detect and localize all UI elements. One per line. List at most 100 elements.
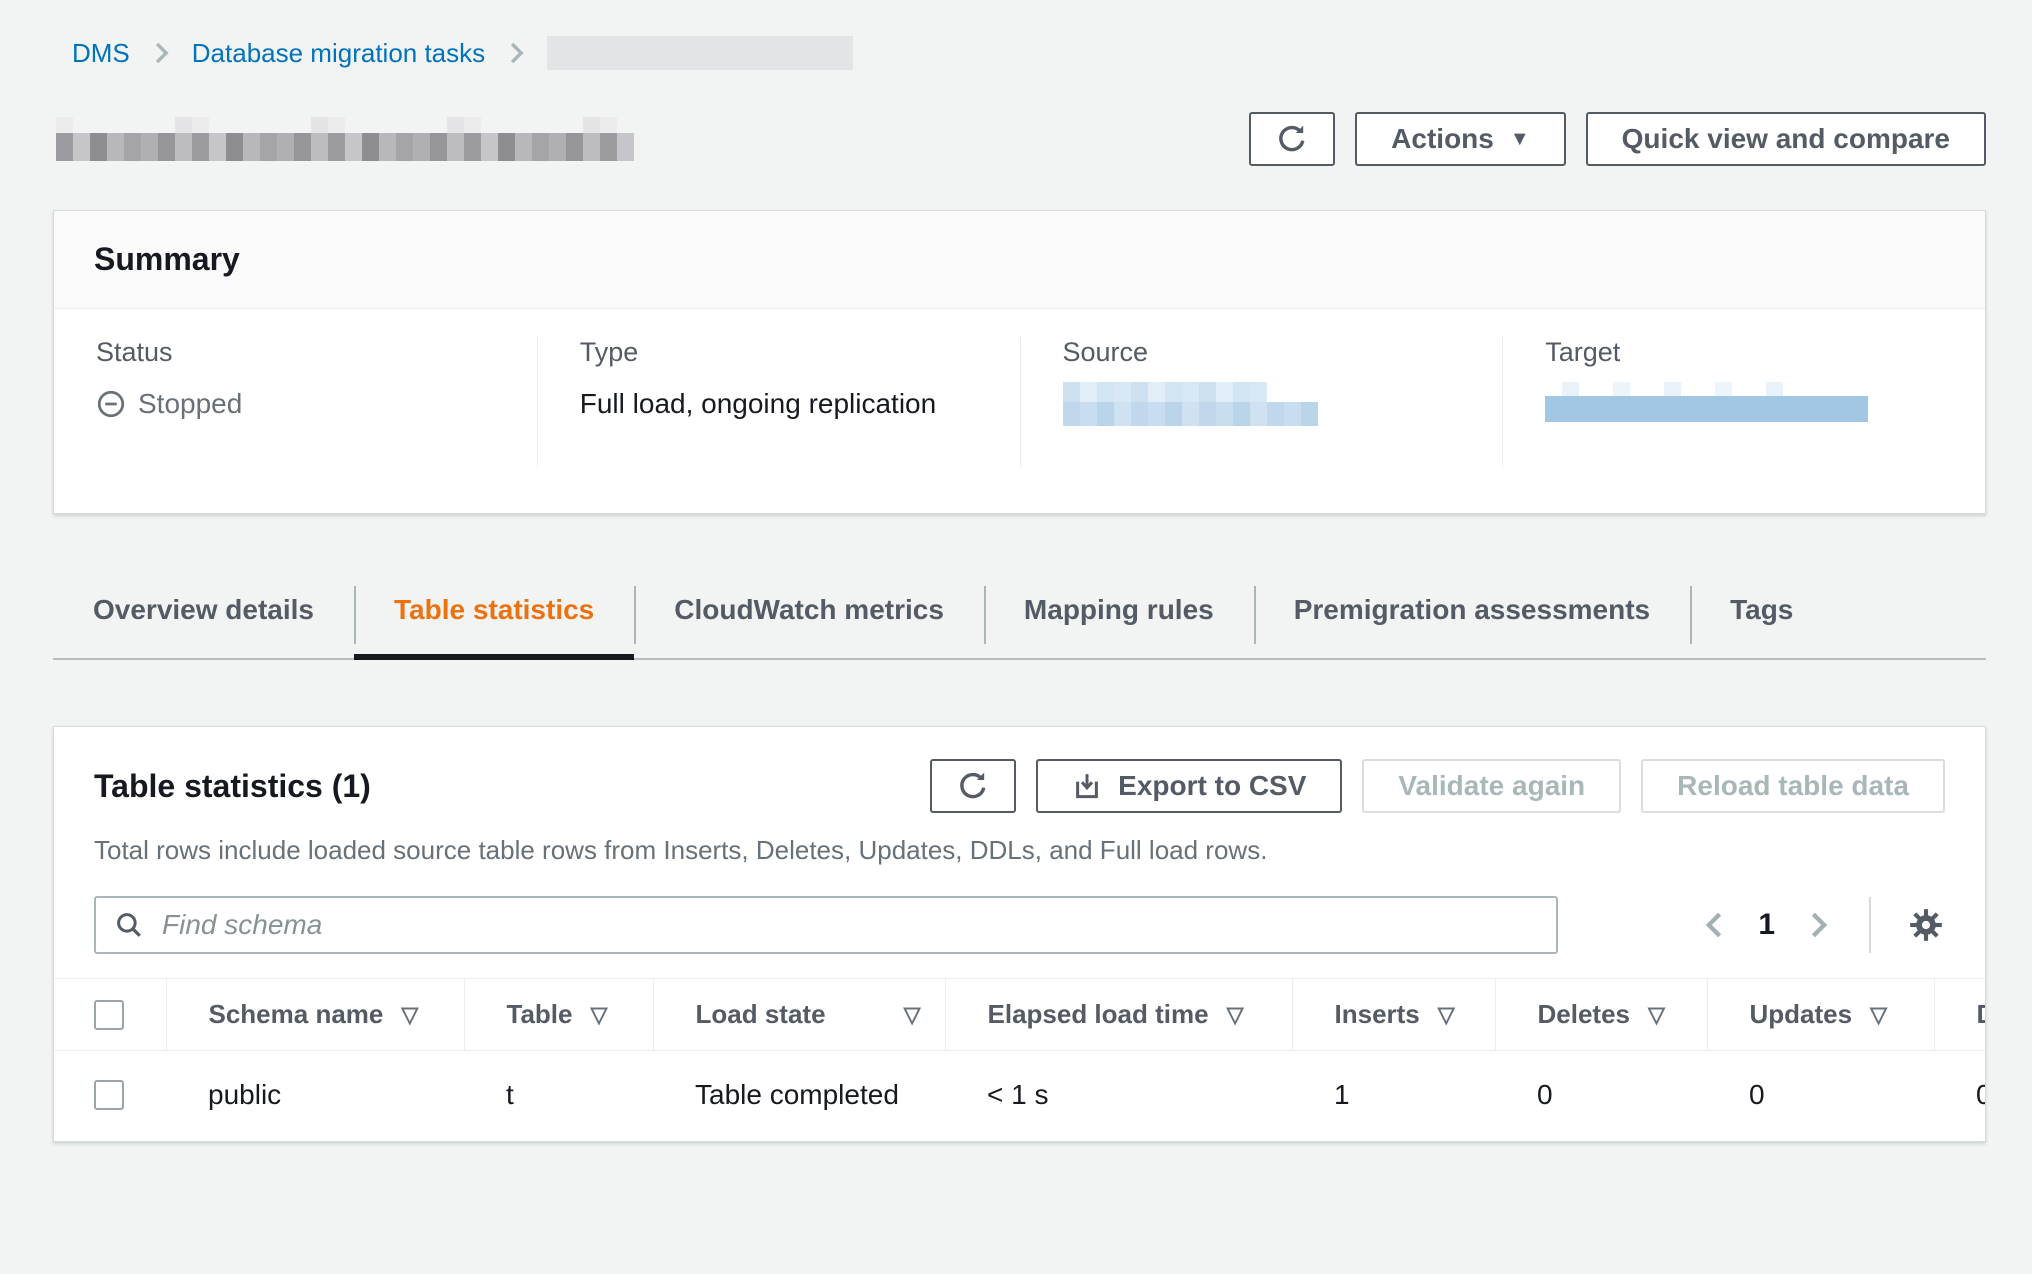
pagination-divider: [1869, 897, 1871, 953]
page-header: Actions ▼ Quick view and compare: [53, 112, 1986, 166]
table-statistics-actions: Export to CSV Validate again Reload tabl…: [930, 759, 1945, 813]
sort-filter-icon[interactable]: ▽: [904, 1002, 921, 1028]
breadcrumb-dms-link[interactable]: DMS: [72, 38, 130, 69]
column-header-schema-name[interactable]: Schema name ▽: [166, 979, 464, 1051]
tab-table-statistics[interactable]: Table statistics: [354, 578, 634, 660]
settings-gear-icon[interactable]: [1907, 906, 1945, 944]
type-label: Type: [580, 337, 978, 368]
search-row: 1: [54, 866, 1985, 978]
download-icon: [1072, 771, 1102, 801]
status-label: Status: [96, 337, 495, 368]
tab-overview-details[interactable]: Overview details: [53, 578, 354, 660]
sort-filter-icon[interactable]: ▽: [1438, 1002, 1455, 1028]
summary-source-column: Source: [1020, 337, 1503, 467]
breadcrumb-tasks-link[interactable]: Database migration tasks: [192, 38, 485, 69]
column-header-updates[interactable]: Updates ▽: [1707, 979, 1934, 1051]
statistics-table: Schema name ▽ Table ▽ Load state ▽ Elapsed …: [54, 979, 1985, 1141]
source-link-redacted[interactable]: [1063, 382, 1461, 426]
next-page-button[interactable]: [1803, 908, 1833, 942]
summary-panel: Summary Status Stopped Type Full load, o…: [53, 210, 1986, 514]
sort-filter-icon[interactable]: ▽: [1870, 1002, 1887, 1028]
column-header-inserts[interactable]: Inserts ▽: [1292, 979, 1495, 1051]
breadcrumb-current-redacted: [547, 36, 853, 70]
table-header-row: Schema name ▽ Table ▽ Load state ▽ Elapsed …: [54, 979, 1985, 1051]
refresh-icon: [1275, 122, 1309, 156]
refresh-button[interactable]: [1249, 112, 1335, 166]
stopped-icon: [96, 389, 126, 419]
quick-view-label: Quick view and compare: [1622, 123, 1950, 155]
column-label: Table: [507, 999, 573, 1030]
sort-filter-icon[interactable]: ▽: [590, 1002, 607, 1028]
row-select-cell: [54, 1051, 166, 1142]
cell-table: t: [464, 1051, 653, 1142]
breadcrumb: DMS Database migration tasks: [72, 36, 1986, 70]
sort-filter-icon[interactable]: ▽: [1227, 1002, 1244, 1028]
validate-again-button[interactable]: Validate again: [1362, 759, 1621, 813]
column-label: DDLs: [1977, 999, 1986, 1030]
select-all-checkbox[interactable]: [94, 1000, 124, 1030]
statistics-table-container: Schema name ▽ Table ▽ Load state ▽ Elapsed …: [54, 978, 1985, 1141]
search-icon: [114, 910, 144, 940]
target-label: Target: [1545, 337, 1943, 368]
export-csv-label: Export to CSV: [1118, 770, 1306, 802]
target-link-redacted[interactable]: [1545, 382, 1943, 436]
column-header-table[interactable]: Table ▽: [464, 979, 653, 1051]
actions-button-label: Actions: [1391, 123, 1494, 155]
chevron-right-icon: [505, 40, 527, 66]
source-label: Source: [1063, 337, 1461, 368]
column-label: Load state: [696, 999, 826, 1030]
column-header-ddls[interactable]: DDLs: [1934, 979, 1985, 1051]
column-header-elapsed-load-time[interactable]: Elapsed load time ▽: [945, 979, 1292, 1051]
cell-deletes: 0: [1495, 1051, 1707, 1142]
cell-ddls: 0: [1934, 1051, 1985, 1142]
schema-search-box[interactable]: [94, 896, 1558, 954]
type-value: Full load, ongoing replication: [580, 388, 978, 420]
export-csv-button[interactable]: Export to CSV: [1036, 759, 1342, 813]
column-header-load-state[interactable]: Load state ▽: [653, 979, 945, 1051]
column-label: Inserts: [1335, 999, 1420, 1030]
summary-status-column: Status Stopped: [54, 337, 537, 467]
table-refresh-button[interactable]: [930, 759, 1016, 813]
column-label: Elapsed load time: [988, 999, 1209, 1030]
table-row: public t Table completed < 1 s 1 0 0 0: [54, 1051, 1985, 1142]
table-statistics-panel: Table statistics (1) Export to CSV Valid…: [53, 726, 1986, 1142]
reload-table-data-label: Reload table data: [1677, 770, 1909, 802]
select-all-cell: [54, 979, 166, 1051]
column-label: Schema name: [209, 999, 384, 1030]
sort-filter-icon[interactable]: ▽: [1648, 1002, 1665, 1028]
status-value: Stopped: [96, 388, 495, 420]
caret-down-icon: ▼: [1510, 129, 1530, 149]
summary-title: Summary: [94, 241, 1945, 278]
cell-updates: 0: [1707, 1051, 1934, 1142]
header-actions: Actions ▼ Quick view and compare: [1249, 112, 1986, 166]
reload-table-data-button[interactable]: Reload table data: [1641, 759, 1945, 813]
summary-grid: Status Stopped Type Full load, ongoing r…: [54, 309, 1985, 513]
cell-elapsed-load-time: < 1 s: [945, 1051, 1292, 1142]
tab-tags[interactable]: Tags: [1690, 578, 1833, 660]
column-label: Deletes: [1538, 999, 1631, 1030]
cell-inserts: 1: [1292, 1051, 1495, 1142]
status-text: Stopped: [138, 388, 242, 420]
schema-search-input[interactable]: [160, 908, 1538, 942]
page-title-redacted: [56, 117, 634, 161]
tab-premigration-assessments[interactable]: Premigration assessments: [1254, 578, 1690, 660]
pagination: 1: [1700, 897, 1945, 953]
tab-cloudwatch-metrics[interactable]: CloudWatch metrics: [634, 578, 984, 660]
summary-type-column: Type Full load, ongoing replication: [537, 337, 1020, 467]
tab-mapping-rules[interactable]: Mapping rules: [984, 578, 1254, 660]
cell-load-state: Table completed: [653, 1051, 945, 1142]
summary-target-column: Target: [1502, 337, 1985, 467]
previous-page-button[interactable]: [1700, 908, 1730, 942]
validate-again-label: Validate again: [1398, 770, 1585, 802]
row-checkbox[interactable]: [94, 1080, 124, 1110]
table-statistics-title: Table statistics (1): [94, 768, 371, 805]
refresh-icon: [956, 769, 990, 803]
actions-button[interactable]: Actions ▼: [1355, 112, 1565, 166]
quick-view-compare-button[interactable]: Quick view and compare: [1586, 112, 1986, 166]
current-page-number[interactable]: 1: [1758, 908, 1775, 942]
tab-bar: Overview details Table statistics CloudW…: [53, 578, 1986, 660]
sort-filter-icon[interactable]: ▽: [401, 1002, 418, 1028]
table-statistics-header: Table statistics (1) Export to CSV Valid…: [54, 727, 1985, 813]
column-label: Updates: [1750, 999, 1853, 1030]
column-header-deletes[interactable]: Deletes ▽: [1495, 979, 1707, 1051]
